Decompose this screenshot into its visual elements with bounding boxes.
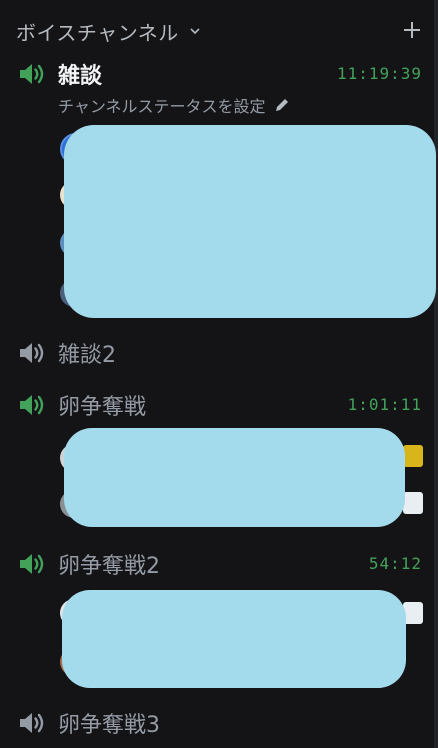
channel-name: 卵争奪戦2 <box>58 554 160 579</box>
activity-icon <box>403 602 423 624</box>
channel-status-label: チャンネルステータスを設定 <box>58 97 266 116</box>
speaker-green-icon <box>16 390 46 420</box>
voice-channel[interactable]: 卵争奪戦2 54:12 <box>16 547 422 581</box>
activity-icon <box>403 492 423 514</box>
channel-name: 卵争奪戦 <box>58 395 147 420</box>
speaker-gray-icon <box>16 708 46 738</box>
plus-icon[interactable] <box>402 20 422 44</box>
channel-name: 雑談 <box>58 64 103 89</box>
channel-name: 雑談2 <box>58 343 116 368</box>
redacted-member-list <box>64 125 436 318</box>
category-title: ボイスチャンネル <box>16 20 179 45</box>
pencil-icon[interactable] <box>274 97 290 113</box>
voice-channel[interactable]: 卵争奪戦 1:01:11 <box>16 388 422 422</box>
redacted-member-list <box>62 590 406 688</box>
channel-timer: 1:01:11 <box>347 395 422 414</box>
channel-name: 卵争奪戦3 <box>58 713 160 738</box>
voice-channels-category[interactable]: ボイスチャンネル <box>16 16 422 46</box>
activity-icon <box>403 445 423 467</box>
redacted-member-list <box>64 428 405 527</box>
channel-status[interactable]: チャンネルステータスを設定 <box>58 94 290 116</box>
voice-channel[interactable]: 雑談2 <box>16 336 422 370</box>
voice-channels-panel: ボイスチャンネル 雑談 11:19:39 チャンネルステータスを設定 雑談2 卵… <box>0 0 438 748</box>
voice-channel[interactable]: 雑談 11:19:39 <box>16 57 422 91</box>
speaker-green-icon <box>16 549 46 579</box>
chevron-down-icon <box>189 25 201 37</box>
voice-channel[interactable]: 卵争奪戦3 <box>16 706 422 740</box>
speaker-gray-icon <box>16 338 46 368</box>
channel-timer: 54:12 <box>368 554 422 573</box>
channel-timer: 11:19:39 <box>336 64 422 83</box>
speaker-green-icon <box>16 59 46 89</box>
